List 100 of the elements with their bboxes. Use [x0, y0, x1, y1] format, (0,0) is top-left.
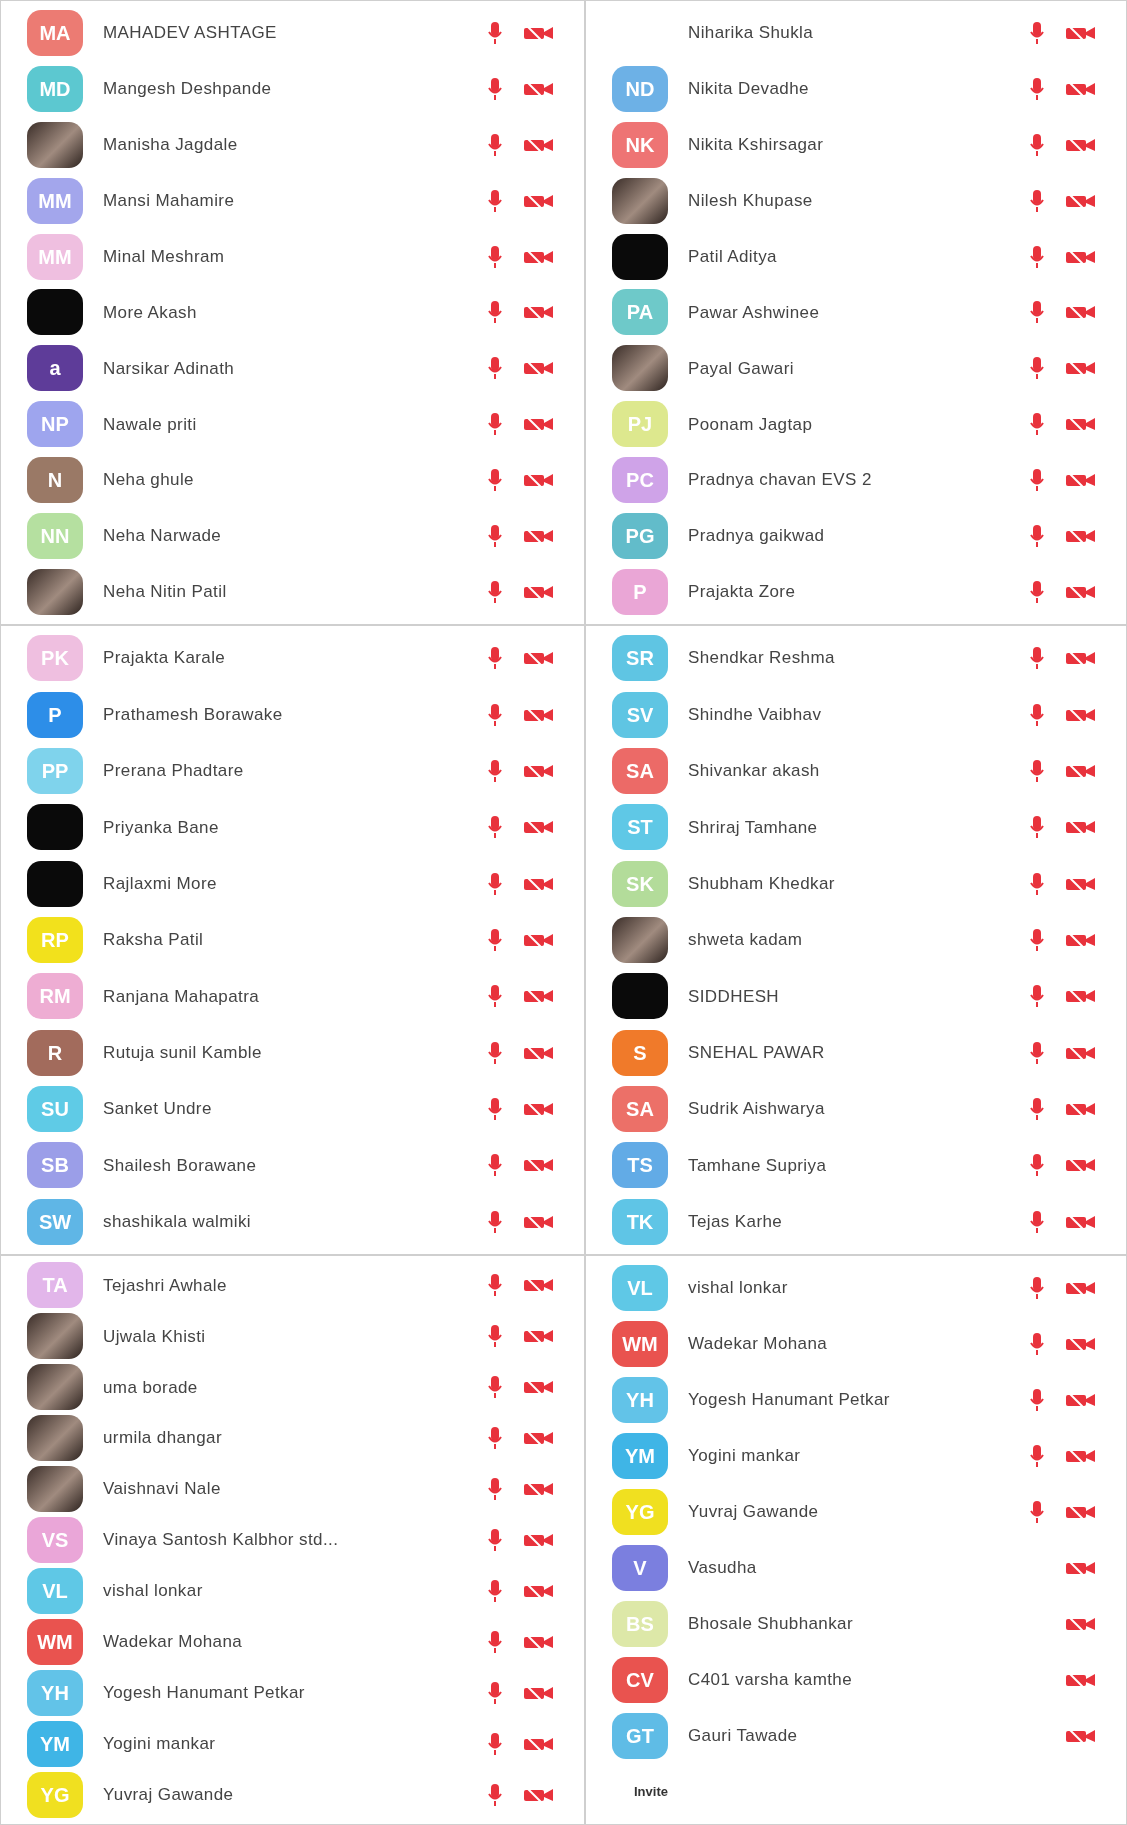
- video-off-icon[interactable]: [524, 763, 554, 778]
- video-off-icon[interactable]: [524, 81, 554, 96]
- video-off-icon[interactable]: [524, 1685, 554, 1700]
- video-off-icon[interactable]: [1066, 1673, 1096, 1687]
- muted-mic-icon[interactable]: [488, 927, 502, 952]
- muted-mic-icon[interactable]: [1030, 356, 1044, 381]
- video-off-icon[interactable]: [524, 1278, 554, 1293]
- muted-mic-icon[interactable]: [1030, 468, 1044, 493]
- muted-mic-icon[interactable]: [1030, 758, 1044, 783]
- muted-mic-icon[interactable]: [488, 1273, 502, 1298]
- muted-mic-icon[interactable]: [488, 1375, 502, 1400]
- video-off-icon[interactable]: [524, 651, 554, 666]
- video-off-icon[interactable]: [1066, 1045, 1096, 1060]
- video-off-icon[interactable]: [524, 249, 554, 264]
- muted-mic-icon[interactable]: [488, 1426, 502, 1451]
- video-off-icon[interactable]: [1066, 585, 1096, 599]
- muted-mic-icon[interactable]: [488, 646, 502, 671]
- video-off-icon[interactable]: [524, 932, 554, 947]
- muted-mic-icon[interactable]: [488, 815, 502, 840]
- muted-mic-icon[interactable]: [488, 1528, 502, 1552]
- muted-mic-icon[interactable]: [488, 580, 502, 604]
- muted-mic-icon[interactable]: [488, 188, 502, 213]
- muted-mic-icon[interactable]: [1030, 702, 1044, 727]
- video-off-icon[interactable]: [1066, 763, 1096, 778]
- muted-mic-icon[interactable]: [1030, 927, 1044, 952]
- muted-mic-icon[interactable]: [488, 412, 502, 437]
- muted-mic-icon[interactable]: [488, 758, 502, 783]
- video-off-icon[interactable]: [524, 1329, 554, 1344]
- muted-mic-icon[interactable]: [488, 244, 502, 269]
- muted-mic-icon[interactable]: [1030, 524, 1044, 549]
- video-off-icon[interactable]: [524, 305, 554, 320]
- video-off-icon[interactable]: [524, 1102, 554, 1117]
- video-off-icon[interactable]: [524, 1045, 554, 1060]
- muted-mic-icon[interactable]: [1030, 412, 1044, 437]
- video-off-icon[interactable]: [524, 529, 554, 544]
- muted-mic-icon[interactable]: [1030, 1276, 1044, 1300]
- video-off-icon[interactable]: [1066, 193, 1096, 208]
- video-off-icon[interactable]: [1066, 1214, 1096, 1229]
- muted-mic-icon[interactable]: [1030, 1040, 1044, 1065]
- muted-mic-icon[interactable]: [488, 1477, 502, 1502]
- video-off-icon[interactable]: [524, 361, 554, 376]
- video-off-icon[interactable]: [1066, 651, 1096, 666]
- muted-mic-icon[interactable]: [488, 132, 502, 157]
- muted-mic-icon[interactable]: [1030, 76, 1044, 101]
- muted-mic-icon[interactable]: [1030, 132, 1044, 157]
- muted-mic-icon[interactable]: [488, 524, 502, 549]
- muted-mic-icon[interactable]: [488, 1629, 502, 1654]
- muted-mic-icon[interactable]: [488, 1097, 502, 1122]
- muted-mic-icon[interactable]: [488, 1680, 502, 1705]
- muted-mic-icon[interactable]: [1030, 300, 1044, 325]
- video-off-icon[interactable]: [1066, 1561, 1096, 1575]
- video-off-icon[interactable]: [524, 1380, 554, 1395]
- video-off-icon[interactable]: [524, 1533, 554, 1547]
- video-off-icon[interactable]: [1066, 1449, 1096, 1463]
- video-off-icon[interactable]: [1066, 1158, 1096, 1173]
- video-off-icon[interactable]: [524, 417, 554, 432]
- video-off-icon[interactable]: [524, 1482, 554, 1497]
- video-off-icon[interactable]: [1066, 249, 1096, 264]
- video-off-icon[interactable]: [1066, 81, 1096, 96]
- video-off-icon[interactable]: [524, 137, 554, 152]
- video-off-icon[interactable]: [1066, 876, 1096, 891]
- muted-mic-icon[interactable]: [488, 300, 502, 325]
- video-off-icon[interactable]: [1066, 1729, 1096, 1743]
- video-off-icon[interactable]: [524, 820, 554, 835]
- muted-mic-icon[interactable]: [1030, 1388, 1044, 1412]
- video-off-icon[interactable]: [1066, 417, 1096, 432]
- video-off-icon[interactable]: [524, 585, 554, 599]
- muted-mic-icon[interactable]: [1030, 20, 1044, 45]
- video-off-icon[interactable]: [1066, 25, 1096, 40]
- muted-mic-icon[interactable]: [488, 1324, 502, 1349]
- muted-mic-icon[interactable]: [1030, 1153, 1044, 1178]
- video-off-icon[interactable]: [524, 1583, 554, 1598]
- muted-mic-icon[interactable]: [488, 1578, 502, 1603]
- muted-mic-icon[interactable]: [1030, 1209, 1044, 1234]
- video-off-icon[interactable]: [1066, 989, 1096, 1004]
- video-off-icon[interactable]: [524, 1431, 554, 1446]
- video-off-icon[interactable]: [524, 25, 554, 40]
- video-off-icon[interactable]: [1066, 1505, 1096, 1519]
- muted-mic-icon[interactable]: [1030, 646, 1044, 671]
- video-off-icon[interactable]: [1066, 137, 1096, 152]
- video-off-icon[interactable]: [524, 707, 554, 722]
- muted-mic-icon[interactable]: [1030, 188, 1044, 213]
- video-off-icon[interactable]: [1066, 1102, 1096, 1117]
- video-off-icon[interactable]: [1066, 1393, 1096, 1407]
- video-off-icon[interactable]: [524, 989, 554, 1004]
- muted-mic-icon[interactable]: [1030, 871, 1044, 896]
- video-off-icon[interactable]: [1066, 820, 1096, 835]
- video-off-icon[interactable]: [524, 1787, 554, 1802]
- video-off-icon[interactable]: [1066, 932, 1096, 947]
- muted-mic-icon[interactable]: [488, 76, 502, 101]
- video-off-icon[interactable]: [1066, 361, 1096, 376]
- muted-mic-icon[interactable]: [488, 1209, 502, 1234]
- muted-mic-icon[interactable]: [488, 984, 502, 1009]
- video-off-icon[interactable]: [524, 1736, 554, 1751]
- video-off-icon[interactable]: [1066, 1337, 1096, 1351]
- muted-mic-icon[interactable]: [488, 1731, 502, 1756]
- muted-mic-icon[interactable]: [488, 702, 502, 727]
- video-off-icon[interactable]: [524, 1158, 554, 1173]
- video-off-icon[interactable]: [1066, 529, 1096, 544]
- muted-mic-icon[interactable]: [1030, 1500, 1044, 1524]
